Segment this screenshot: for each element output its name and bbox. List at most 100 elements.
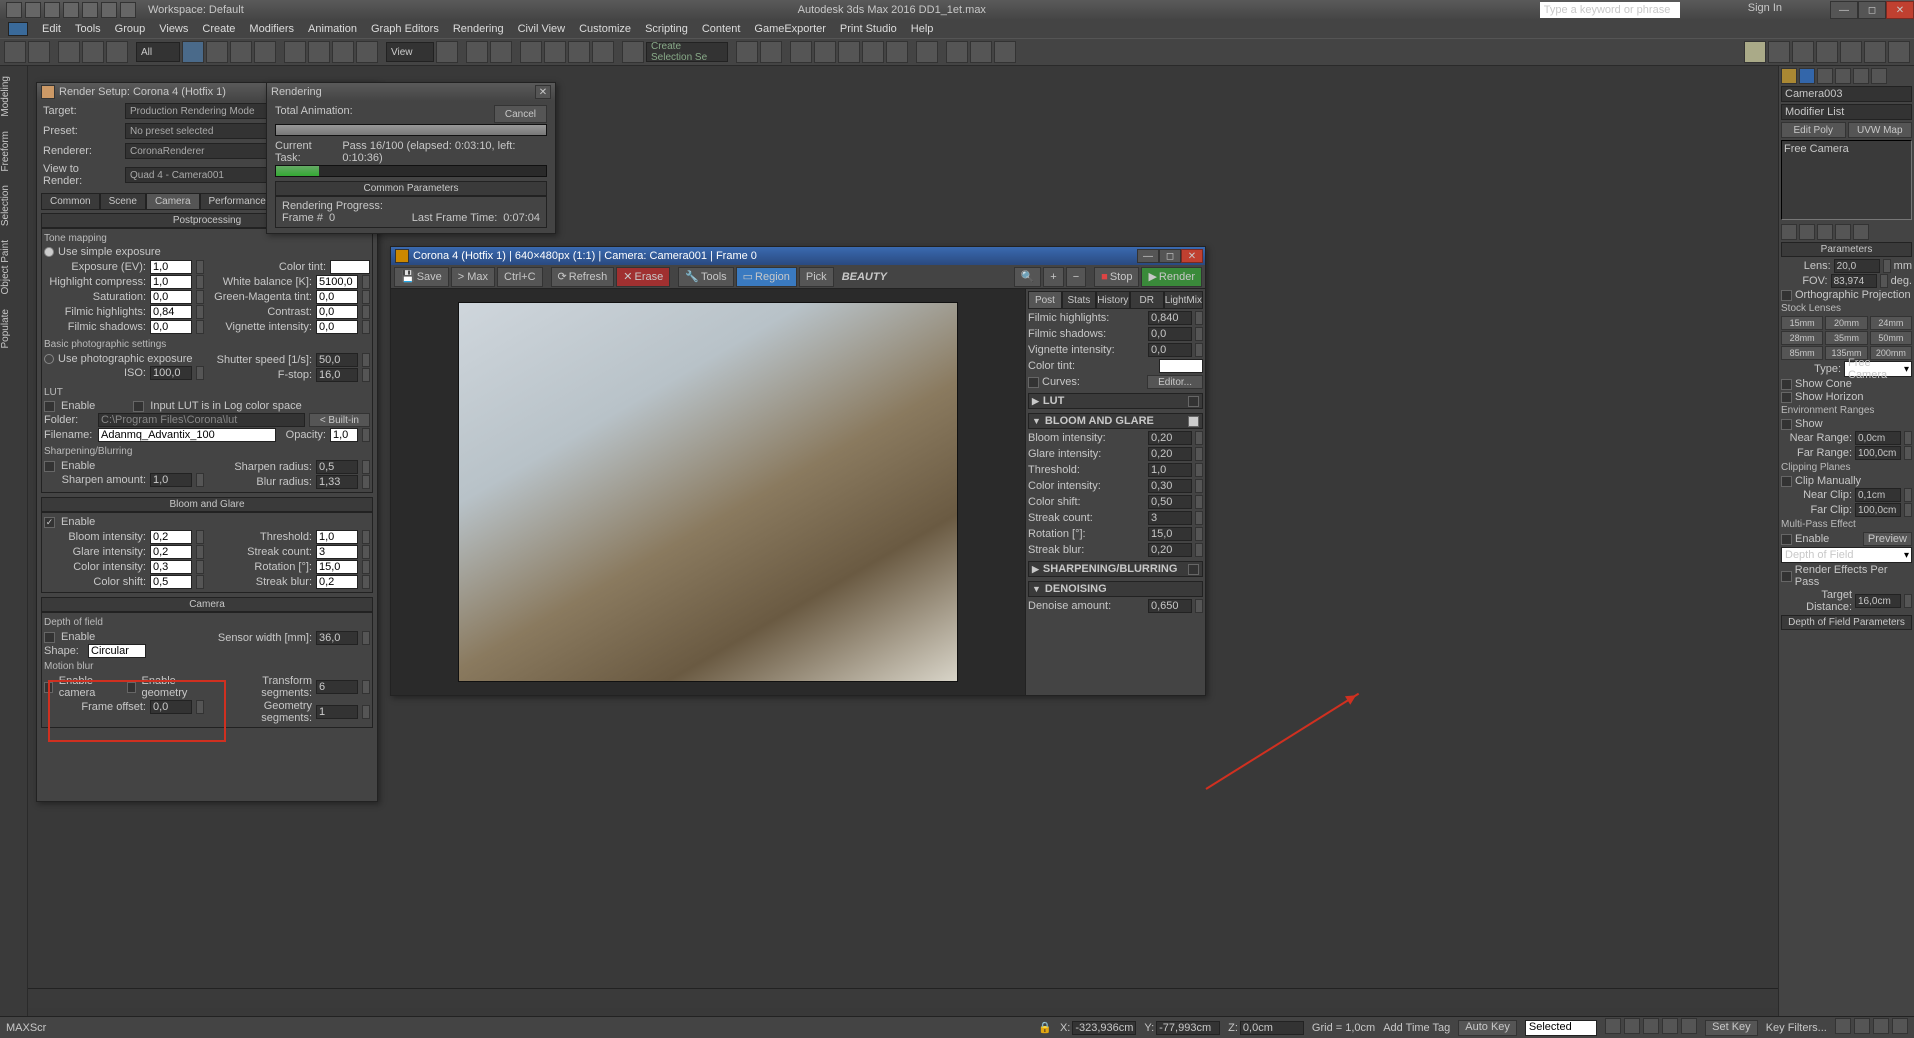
keyboard-shortcut-button[interactable] [490, 41, 512, 63]
vfb-fsh-field[interactable]: 0,0 [1148, 327, 1192, 341]
vfb-glare-field[interactable]: 0,20 [1148, 447, 1192, 461]
use-pivot-center-button[interactable] [436, 41, 458, 63]
goto-end-icon[interactable] [1681, 1018, 1697, 1034]
menu-content[interactable]: Content [702, 23, 741, 35]
select-by-name-button[interactable] [206, 41, 228, 63]
render-setup-button[interactable] [946, 41, 968, 63]
percent-snap-button[interactable] [568, 41, 590, 63]
create-panel-icon[interactable] [1781, 68, 1797, 84]
tab-scene[interactable]: Scene [100, 193, 146, 210]
vfb-streakb-field[interactable]: 0,20 [1148, 543, 1192, 557]
use-photo-radio[interactable] [44, 354, 54, 364]
col-int-field[interactable]: 0,3 [150, 560, 192, 574]
undo-icon[interactable] [82, 2, 98, 18]
tab-common[interactable]: Common [41, 193, 100, 210]
y-coord-field[interactable]: -77,993cm [1156, 1021, 1220, 1035]
sharpen-rad-field[interactable]: 0,5 [316, 460, 358, 474]
menu-graph-editors[interactable]: Graph Editors [371, 23, 439, 35]
configure-sets-icon[interactable] [1853, 224, 1869, 240]
contrast-field[interactable]: 0,0 [316, 305, 358, 319]
vfb-tab-lightmix[interactable]: LightMix [1164, 291, 1203, 309]
material-editor-button[interactable] [916, 41, 938, 63]
curve-editor-button[interactable] [862, 41, 884, 63]
hilite-field[interactable]: 1,0 [150, 275, 192, 289]
geo-seg-field[interactable]: 1 [316, 705, 358, 719]
lens-spinner[interactable] [1883, 259, 1891, 273]
selection-filter-dropdown[interactable]: All [136, 42, 180, 62]
z-coord-field[interactable]: 0,0cm [1240, 1021, 1304, 1035]
edit-poly-button[interactable]: Edit Poly [1781, 122, 1846, 138]
vfb-lut-checkbox[interactable] [1188, 396, 1199, 407]
scene-explorer-icon[interactable] [1792, 41, 1814, 63]
bind-button[interactable] [106, 41, 128, 63]
menu-rendering[interactable]: Rendering [453, 23, 504, 35]
rail-modeling[interactable]: Modeling [0, 70, 27, 123]
app-menu-icon[interactable] [6, 2, 22, 18]
remove-modifier-icon[interactable] [1835, 224, 1851, 240]
undo-button[interactable] [4, 41, 26, 63]
glare-int-field[interactable]: 0,2 [150, 545, 192, 559]
mb-geo-checkbox[interactable] [127, 682, 136, 693]
snap-toggle-button[interactable] [520, 41, 542, 63]
vfb-ctrlc-button[interactable]: Ctrl+C [497, 267, 542, 287]
menu-animation[interactable]: Animation [308, 23, 357, 35]
align-button[interactable] [760, 41, 782, 63]
vfb-bg-checkbox[interactable] [1188, 416, 1199, 427]
frame-offset-field[interactable]: 0,0 [150, 700, 192, 714]
modify-panel-icon[interactable] [1799, 68, 1815, 84]
utilities-panel-icon[interactable] [1871, 68, 1887, 84]
max-viewport-icon[interactable] [1892, 1018, 1908, 1034]
object-name-field[interactable]: Camera003 [1781, 86, 1912, 102]
vfb-to-max-button[interactable]: > Max [451, 267, 495, 287]
gm-field[interactable]: 0,0 [316, 290, 358, 304]
near-range-field[interactable]: 0,0cm [1855, 431, 1901, 445]
redo-icon[interactable] [101, 2, 117, 18]
lens-85[interactable]: 85mm [1781, 346, 1823, 360]
vfb-zoom-in-button[interactable]: + [1043, 267, 1063, 287]
vfb-bloom-field[interactable]: 0,20 [1148, 431, 1192, 445]
lens-15[interactable]: 15mm [1781, 316, 1823, 330]
light-icon[interactable] [1744, 41, 1766, 63]
fstop-field[interactable]: 16,0 [316, 368, 358, 382]
menu-tools[interactable]: Tools [75, 23, 101, 35]
key-mode-dropdown[interactable]: Selected [1525, 1020, 1597, 1036]
key-filters-link[interactable]: Key Filters... [1766, 1022, 1827, 1034]
rendering-window[interactable]: Rendering✕ Total Animation:Cancel Curren… [266, 82, 556, 234]
vfb-erase-button[interactable]: ✕Erase [616, 267, 670, 287]
cancel-button[interactable]: Cancel [494, 105, 547, 123]
rendering-close-button[interactable]: ✕ [535, 85, 551, 99]
modifier-list-dropdown[interactable]: Modifier List [1781, 104, 1912, 120]
auto-key-button[interactable]: Auto Key [1458, 1020, 1517, 1036]
sharpen-amt-field[interactable]: 1,0 [150, 473, 192, 487]
show-horizon-checkbox[interactable] [1781, 392, 1792, 403]
tab-performance[interactable]: Performance [200, 193, 275, 210]
lut-filename-field[interactable]: Adanmq_Advantix_100 [98, 428, 276, 442]
dof-shape-dropdown[interactable]: Circular [88, 644, 146, 658]
sign-in-label[interactable]: Sign In [1748, 2, 1782, 18]
lock-icon[interactable]: 🔒 [1038, 1021, 1052, 1034]
redo-button[interactable] [28, 41, 50, 63]
angle-snap-button[interactable] [544, 41, 566, 63]
fov-field[interactable]: 83,974 [1831, 274, 1877, 288]
ref-coord-dropdown[interactable]: View [386, 42, 434, 62]
vfb-vig-field[interactable]: 0,0 [1148, 343, 1192, 357]
vfb-tools-button[interactable]: 🔧Tools [678, 267, 733, 287]
vfb-denoise-field[interactable]: 0,650 [1148, 599, 1192, 613]
vfb-colint-field[interactable]: 0,30 [1148, 479, 1192, 493]
lut-builtin-button[interactable]: < Built-in [309, 413, 370, 427]
vfb-fhi-field[interactable]: 0,840 [1148, 311, 1192, 325]
lens-50[interactable]: 50mm [1870, 331, 1912, 345]
vfb-tab-history[interactable]: History [1096, 291, 1130, 309]
maxscript-listener[interactable]: MAXScr [6, 1022, 46, 1034]
vfb-tab-stats[interactable]: Stats [1062, 291, 1096, 309]
rail-object-paint[interactable]: Object Paint [0, 234, 27, 300]
maximize-button[interactable]: ◻ [1858, 1, 1886, 19]
workspace-label[interactable]: Workspace: Default [148, 4, 244, 16]
threshold-field[interactable]: 1,0 [316, 530, 358, 544]
layers-button[interactable] [790, 41, 812, 63]
prev-frame-icon[interactable] [1624, 1018, 1640, 1034]
lens-35[interactable]: 35mm [1825, 331, 1867, 345]
link-button[interactable] [58, 41, 80, 63]
camera-type-dropdown[interactable]: Free Camera [1844, 361, 1912, 377]
menu-group[interactable]: Group [115, 23, 146, 35]
